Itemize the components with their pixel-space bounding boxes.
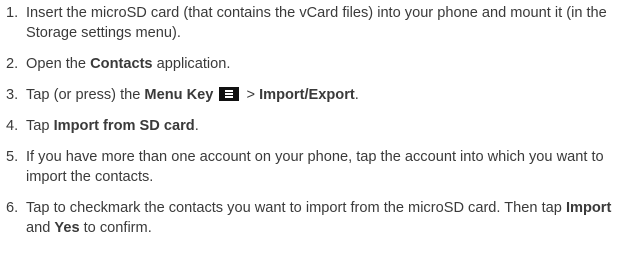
step-text: Open the Contacts application. — [26, 54, 622, 74]
import-label: Import — [565, 200, 612, 216]
text-segment: . — [354, 87, 359, 103]
menu-key-icon — [219, 87, 240, 101]
instruction-steps: 1. Insert the microSD card (that contain… — [0, 0, 622, 238]
step-text: Tap Import from SD card. — [26, 116, 622, 136]
import-from-sd-label: Import from SD card — [53, 118, 195, 134]
text-segment: Tap (or press) the — [26, 87, 145, 103]
step-5: 5. If you have more than one account on … — [6, 147, 622, 187]
step-number: 6. — [6, 200, 19, 216]
text-segment: > — [242, 87, 260, 103]
step-1: 1. Insert the microSD card (that contain… — [6, 3, 622, 43]
step-2: 2. Open the Contacts application. — [6, 54, 622, 74]
yes-label: Yes — [54, 220, 80, 236]
import-export-label: Import/Export — [259, 87, 355, 103]
text-segment: Tap — [26, 118, 54, 134]
text-segment: Tap to checkmark the contacts you want t… — [26, 200, 566, 216]
text-segment: Open the — [26, 56, 91, 72]
contacts-app-name: Contacts — [90, 56, 153, 72]
step-text: Tap to checkmark the contacts you want t… — [26, 198, 622, 238]
step-number: 4. — [6, 118, 19, 134]
step-number: 1. — [6, 5, 19, 21]
text-segment: to confirm. — [79, 220, 152, 236]
step-text: Insert the microSD card (that contains t… — [26, 5, 607, 41]
step-number: 5. — [6, 149, 19, 165]
step-number: 3. — [6, 87, 19, 103]
menu-key-label: Menu Key — [144, 87, 214, 103]
step-number: 2. — [6, 56, 19, 72]
text-segment: application. — [152, 56, 231, 72]
text-segment: . — [194, 118, 199, 134]
step-6: 6. Tap to checkmark the contacts you wan… — [6, 198, 622, 238]
step-text: Tap (or press) the Menu Key > Import/Exp… — [26, 85, 622, 105]
step-4: 4. Tap Import from SD card. — [6, 116, 622, 136]
step-text: If you have more than one account on you… — [26, 149, 604, 185]
text-segment: and — [26, 220, 55, 236]
step-3: 3. Tap (or press) the Menu Key > Import/… — [6, 85, 622, 105]
